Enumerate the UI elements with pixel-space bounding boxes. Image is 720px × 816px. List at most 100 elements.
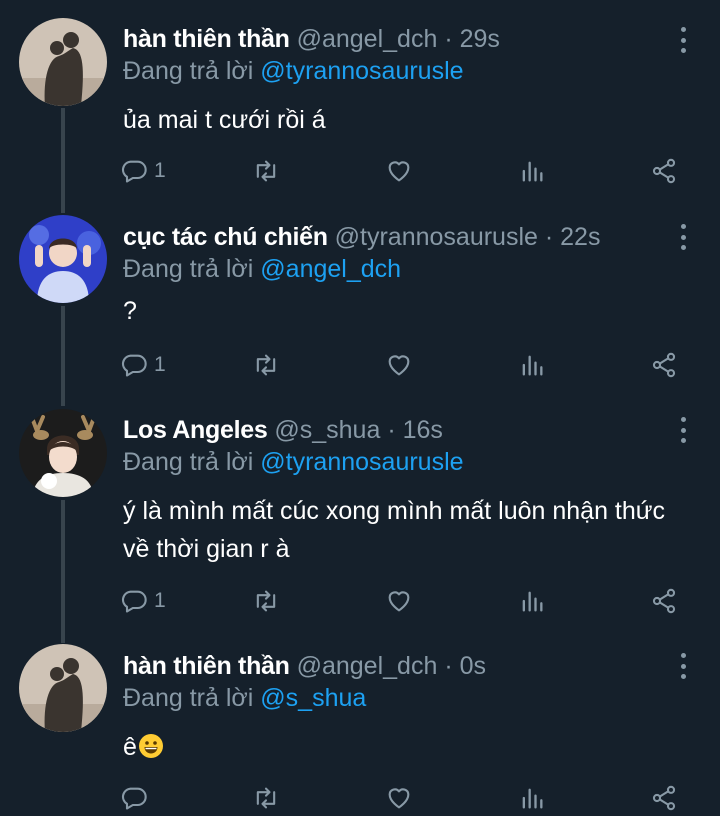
reply-button[interactable]: 1 [120,584,166,618]
timestamp[interactable]: 29s [460,25,500,53]
tweet-actions: 1 [120,584,690,618]
retweet-button[interactable] [252,348,280,382]
replying-to-label: Đang trả lời [123,684,261,712]
analytics-button[interactable] [518,584,546,618]
share-button[interactable] [650,781,678,815]
person-avatar-image [19,409,107,497]
replying-to: Đang trả lời @angel_dch [123,254,401,284]
tweet-text: ? [123,297,137,325]
display-name[interactable]: cục tác chú chiến [123,223,328,251]
user-handle[interactable]: @tyrannosaurusle [335,223,538,251]
retweet-icon [256,590,276,612]
analytics-button[interactable] [518,154,546,188]
reply-icon [121,590,147,613]
replying-to: Đang trả lời @tyrannosaurusle [123,447,464,477]
display-name[interactable]: hàn thiên thần [123,25,290,53]
more-options-icon[interactable] [676,417,690,443]
separator: · [444,652,453,680]
retweet-icon [256,160,276,182]
tweet[interactable]: Los Angeles @s_shua · 16s Đang trả lời @… [0,395,720,635]
avatar[interactable] [19,409,107,497]
separator: · [544,223,554,251]
share-button[interactable] [650,154,678,188]
more-options-icon[interactable] [676,27,690,53]
reply-count: 1 [154,353,166,376]
replying-to-mention[interactable]: @s_shua [260,684,366,712]
avatar[interactable] [19,215,107,303]
more-options-icon[interactable] [676,224,690,250]
tweet-actions: 1 [120,154,690,188]
more-options-icon[interactable] [676,653,690,679]
user-handle[interactable]: @angel_dch [297,652,438,680]
silhouette-avatar-image [19,644,107,732]
tweet-text-container: ê [123,729,683,765]
replying-to: Đang trả lời @s_shua [123,683,366,713]
reply-button[interactable] [120,781,154,815]
tweet-text: ủa mai t cưới rồi á [123,106,326,134]
analytics-icon [522,591,543,612]
separator: · [387,416,396,444]
tweet-actions [120,781,690,815]
share-icon [652,352,676,378]
analytics-icon [522,161,543,182]
like-button[interactable] [385,348,413,382]
analytics-button[interactable] [518,348,546,382]
tweet-header: hàn thiên thần @angel_dch · 0s [123,651,486,681]
reply-button[interactable]: 1 [120,154,166,188]
avatar[interactable] [19,18,107,106]
analytics-icon [522,355,543,376]
person-avatar-image [19,215,107,303]
replying-to-mention[interactable]: @tyrannosaurusle [260,57,463,85]
user-handle[interactable]: @s_shua [274,416,380,444]
reply-count: 1 [154,159,166,182]
reply-button[interactable]: 1 [120,348,166,382]
grinning-face-emoji-icon [138,734,163,758]
display-name[interactable]: Los Angeles [123,416,268,444]
replying-to-mention[interactable]: @tyrannosaurusle [260,448,463,476]
replying-to-label: Đang trả lời [123,57,261,85]
timestamp[interactable]: 22s [560,223,600,251]
share-button[interactable] [650,348,678,382]
reply-icon [121,787,147,810]
timestamp[interactable]: 16s [403,416,443,444]
user-handle[interactable]: @angel_dch [297,25,438,53]
separator: · [444,25,453,53]
replying-to: Đang trả lời @tyrannosaurusle [123,56,464,86]
retweet-button[interactable] [252,154,280,188]
share-button[interactable] [650,584,678,618]
tweet-text: ê [123,733,137,761]
share-icon [652,588,676,614]
retweet-button[interactable] [252,781,280,815]
reply-icon [121,354,147,377]
retweet-icon [256,787,276,809]
reply-icon [121,160,147,183]
avatar[interactable] [19,644,107,732]
replying-to-mention[interactable]: @angel_dch [260,255,401,283]
replying-to-label: Đang trả lời [123,448,261,476]
share-icon [652,785,676,811]
timestamp[interactable]: 0s [460,652,486,680]
tweet[interactable]: hàn thiên thần @angel_dch · 0s Đang trả … [0,635,720,816]
tweet-text: ý là mình mất cúc xong mình mất luôn nhậ… [123,497,666,563]
tweet[interactable]: hàn thiên thần @angel_dch · 29s Đang trả… [0,0,720,200]
analytics-icon [522,788,543,809]
tweet-header: cục tác chú chiến @tyrannosaurusle · 22s [123,222,600,252]
heart-icon [388,161,410,182]
share-icon [652,158,676,184]
reply-count: 1 [154,589,166,612]
tweet-header: Los Angeles @s_shua · 16s [123,415,443,445]
tweet[interactable]: cục tác chú chiến @tyrannosaurusle · 22s… [0,200,720,395]
analytics-button[interactable] [518,781,546,815]
silhouette-avatar-image [19,18,107,106]
tweet-actions: 1 [120,348,690,382]
like-button[interactable] [385,584,413,618]
like-button[interactable] [385,781,413,815]
display-name[interactable]: hàn thiên thần [123,652,290,680]
retweet-button[interactable] [252,584,280,618]
heart-icon [388,355,410,376]
retweet-icon [256,354,276,376]
tweet-header: hàn thiên thần @angel_dch · 29s [123,24,500,54]
like-button[interactable] [385,154,413,188]
heart-icon [388,591,410,612]
heart-icon [388,788,410,809]
